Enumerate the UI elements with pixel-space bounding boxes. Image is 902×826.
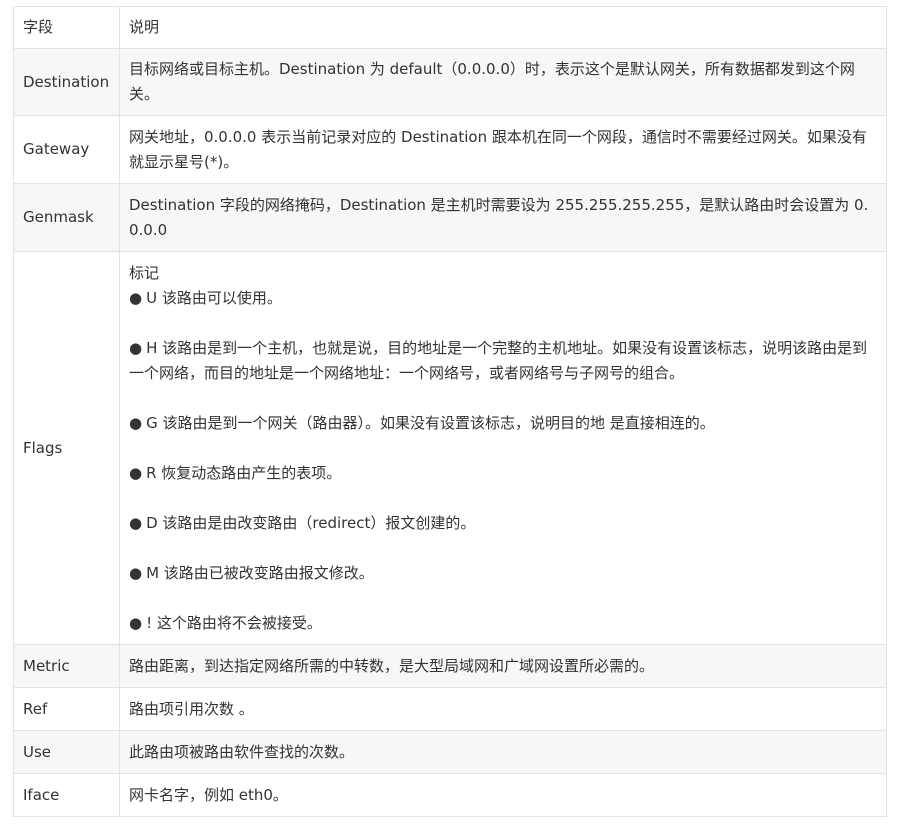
flag-item: ● H 该路由是到一个主机，也就是说，目的地址是一个完整的主机地址。如果没有设置该… xyxy=(129,336,878,386)
header-field: 字段 xyxy=(13,6,120,49)
bullet-icon: ● xyxy=(129,338,143,357)
field-name: Destination xyxy=(13,48,120,116)
field-name: Flags xyxy=(13,251,120,645)
table-row: Iface 网卡名字，例如 eth0。 xyxy=(13,773,887,817)
flag-text: H 该路由是到一个主机，也就是说，目的地址是一个完整的主机地址。如果没有设置该标… xyxy=(129,338,868,382)
flag-item: ● G 该路由是到一个网关（路由器）。如果没有设置该标志，说明目的地 是直接相连的… xyxy=(129,411,878,436)
field-description: 路由距离，到达指定网络所需的中转数，是大型局域网和广域网设置所必需的。 xyxy=(119,644,887,688)
flag-text: M 该路由已被改变路由报文修改。 xyxy=(146,563,374,582)
bullet-icon: ● xyxy=(129,463,143,482)
table-row: Metric 路由距离，到达指定网络所需的中转数，是大型局域网和广域网设置所必需… xyxy=(13,644,887,688)
table-row: Use 此路由项被路由软件查找的次数。 xyxy=(13,730,887,774)
bullet-icon: ● xyxy=(129,613,143,632)
flags-intro: 标记 xyxy=(129,263,160,282)
table-row: Destination 目标网络或目标主机。Destination 为 defa… xyxy=(13,48,887,116)
field-name: Use xyxy=(13,730,120,774)
bullet-icon: ● xyxy=(129,288,143,307)
field-description: Destination 字段的网络掩码，Destination 是主机时需要设为… xyxy=(119,183,887,252)
table-header-row: 字段 说明 xyxy=(13,6,887,49)
flag-item: ● D 该路由是由改变路由（redirect）报文创建的。 xyxy=(129,511,878,536)
field-description: 标记 ● U 该路由可以使用。 ● H 该路由是到一个主机，也就是说，目的地址是一个… xyxy=(119,251,887,645)
flag-text: ! 这个路由将不会被接受。 xyxy=(146,613,322,632)
bullet-icon: ● xyxy=(129,513,143,532)
table-row: Genmask Destination 字段的网络掩码，Destination … xyxy=(13,183,887,252)
flag-item: ● U 该路由可以使用。 xyxy=(129,286,878,311)
field-description: 路由项引用次数 。 xyxy=(119,687,887,731)
field-table-container: 字段 说明 Destination 目标网络或目标主机。Destination … xyxy=(13,6,887,817)
flag-text: D 该路由是由改变路由（redirect）报文创建的。 xyxy=(146,513,476,532)
field-name: Iface xyxy=(13,773,120,817)
field-description: 此路由项被路由软件查找的次数。 xyxy=(119,730,887,774)
field-name: Metric xyxy=(13,644,120,688)
field-name: Genmask xyxy=(13,183,120,252)
field-name: Gateway xyxy=(13,115,120,184)
table-row: Gateway 网关地址，0.0.0.0 表示当前记录对应的 Destinati… xyxy=(13,115,887,184)
flag-item: ● M 该路由已被改变路由报文修改。 xyxy=(129,561,878,586)
flag-text: R 恢复动态路由产生的表项。 xyxy=(146,463,342,482)
header-description: 说明 xyxy=(119,6,887,49)
field-description: 网卡名字，例如 eth0。 xyxy=(119,773,887,817)
field-description: 网关地址，0.0.0.0 表示当前记录对应的 Destination 跟本机在同… xyxy=(119,115,887,184)
bullet-icon: ● xyxy=(129,413,143,432)
table-row: Ref 路由项引用次数 。 xyxy=(13,687,887,731)
field-description: 目标网络或目标主机。Destination 为 default（0.0.0.0）… xyxy=(119,48,887,116)
field-name: Ref xyxy=(13,687,120,731)
flag-text: G 该路由是到一个网关（路由器）。如果没有设置该标志，说明目的地 是直接相连的。 xyxy=(146,413,715,432)
flag-item: ● R 恢复动态路由产生的表项。 xyxy=(129,461,878,486)
flag-item: ●! 这个路由将不会被接受。 xyxy=(129,611,878,636)
route-fields-table: 字段 说明 Destination 目标网络或目标主机。Destination … xyxy=(13,6,887,817)
table-row: Flags 标记 ● U 该路由可以使用。 ● H 该路由是到一个主机，也就是说，目… xyxy=(13,251,887,645)
bullet-icon: ● xyxy=(129,563,143,582)
flag-text: U 该路由可以使用。 xyxy=(146,288,282,307)
